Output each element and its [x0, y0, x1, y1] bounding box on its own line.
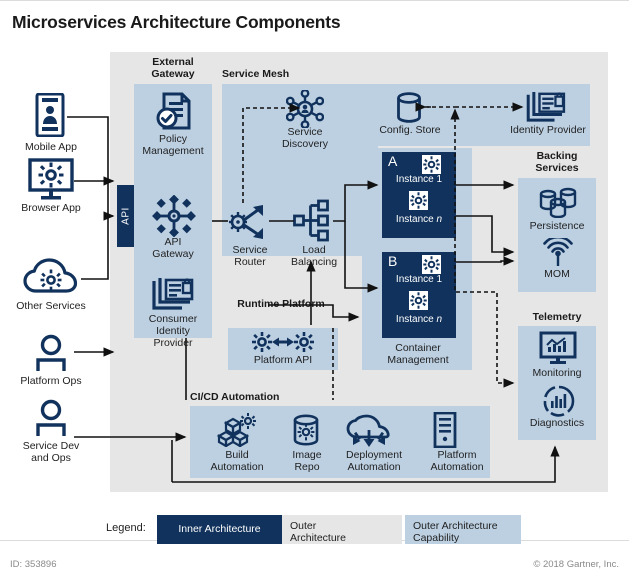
- label-diagnostics: Diagnostics: [529, 417, 585, 429]
- actor-label-service-dev-ops: Service Dev and Ops: [22, 440, 80, 464]
- actor-label-other-services: Other Services: [16, 300, 86, 312]
- database-cylinder-icon: [396, 92, 422, 124]
- service-a-letter: A: [388, 153, 398, 169]
- group-title-cicd-automation: CI/CD Automation: [190, 391, 280, 403]
- service-b-instance-1: Instance 1: [395, 274, 443, 285]
- build-blocks-gear-icon: [216, 413, 258, 447]
- group-title-backing-services: Backing Services: [535, 150, 579, 174]
- cloud-deploy-arrows-icon: [346, 414, 392, 448]
- top-divider: [0, 0, 629, 1]
- broadcast-antenna-icon: [542, 238, 574, 268]
- label-monitoring: Monitoring: [532, 367, 582, 379]
- monitor-gear-icon: [28, 158, 74, 200]
- label-config-store: Config. Store: [379, 124, 441, 136]
- gear-icon-an: [409, 191, 428, 215]
- database-stack-icon: [538, 184, 578, 218]
- cloud-gear-icon: [23, 258, 81, 296]
- platform-api-gears-icon: [252, 332, 314, 352]
- label-persistence: Persistence: [529, 220, 585, 232]
- label-load-balancing: Load Balancing: [290, 244, 338, 268]
- identity-lock-icon-consumer: [152, 277, 196, 310]
- actor-label-mobile-app: Mobile App: [25, 141, 77, 153]
- legend-item-outer-architecture: Outer Architecture: [282, 515, 402, 544]
- label-policy-management: Policy Management: [142, 133, 204, 157]
- label-deployment-automation: Deployment Automation: [345, 449, 403, 473]
- service-b-instance-n: Instance n: [395, 314, 443, 325]
- label-service-router: Service Router: [232, 244, 268, 268]
- label-identity-provider: Identity Provider: [510, 124, 586, 136]
- api-bar-label: API: [120, 207, 131, 225]
- person-icon-platform-ops: [32, 334, 70, 372]
- gear-icon-bn: [409, 291, 428, 315]
- server-rack-icon: [432, 412, 458, 448]
- policy-document-check-icon: [156, 92, 192, 132]
- identity-lock-icon-provider: [526, 91, 568, 122]
- service-b-letter: B: [388, 253, 398, 269]
- service-a-instance-1: Instance 1: [395, 174, 443, 185]
- label-container-management: Container Management: [387, 342, 449, 366]
- diagram-id: ID: 353896: [10, 559, 57, 570]
- label-image-repo: Image Repo: [292, 449, 322, 473]
- smartphone-person-icon: [33, 93, 67, 137]
- service-a-instance-n: Instance n: [395, 214, 443, 225]
- label-api-gateway: API Gateway: [152, 236, 194, 260]
- legend-label: Legend:: [106, 522, 146, 534]
- service-router-icon: [229, 202, 271, 242]
- legend-item-inner-architecture: Inner Architecture: [157, 515, 282, 544]
- monitor-chart-icon: [539, 331, 577, 365]
- group-title-service-mesh: Service Mesh: [222, 68, 290, 80]
- label-platform-automation: Platform Automation: [430, 449, 484, 473]
- label-consumer-identity-provider: Consumer Identity Provider: [148, 313, 198, 349]
- label-platform-api: Platform API: [253, 354, 313, 366]
- group-title-external-gateway: External Gateway: [151, 56, 195, 80]
- actor-label-browser-app: Browser App: [21, 202, 81, 214]
- load-balancer-icon: [293, 199, 333, 243]
- diagnostics-gauge-icon: [543, 385, 575, 417]
- service-b-card: B Instance 1 Instance n: [382, 252, 456, 338]
- actor-label-platform-ops: Platform Ops: [20, 375, 82, 387]
- person-icon-service-dev-ops: [32, 399, 70, 437]
- api-gateway-hub-icon: [152, 195, 196, 237]
- diagram-root: Microservices Architecture Components Mo…: [0, 0, 629, 583]
- legend-item-outer-architecture-capability: Outer Architecture Capability: [405, 515, 521, 544]
- group-title-runtime-platform: Runtime Platform: [237, 298, 325, 310]
- image-repo-cylinder-gear-icon: [291, 414, 321, 448]
- service-discovery-icon: [286, 90, 324, 128]
- page-title: Microservices Architecture Components: [12, 12, 341, 32]
- group-title-telemetry: Telemetry: [532, 311, 582, 323]
- label-mom: MOM: [544, 268, 570, 280]
- label-build-automation: Build Automation: [210, 449, 264, 473]
- label-service-discovery: Service Discovery: [281, 126, 329, 150]
- copyright-notice: © 2018 Gartner, Inc.: [533, 559, 619, 570]
- service-a-card: A Instance 1 Instance n: [382, 152, 456, 238]
